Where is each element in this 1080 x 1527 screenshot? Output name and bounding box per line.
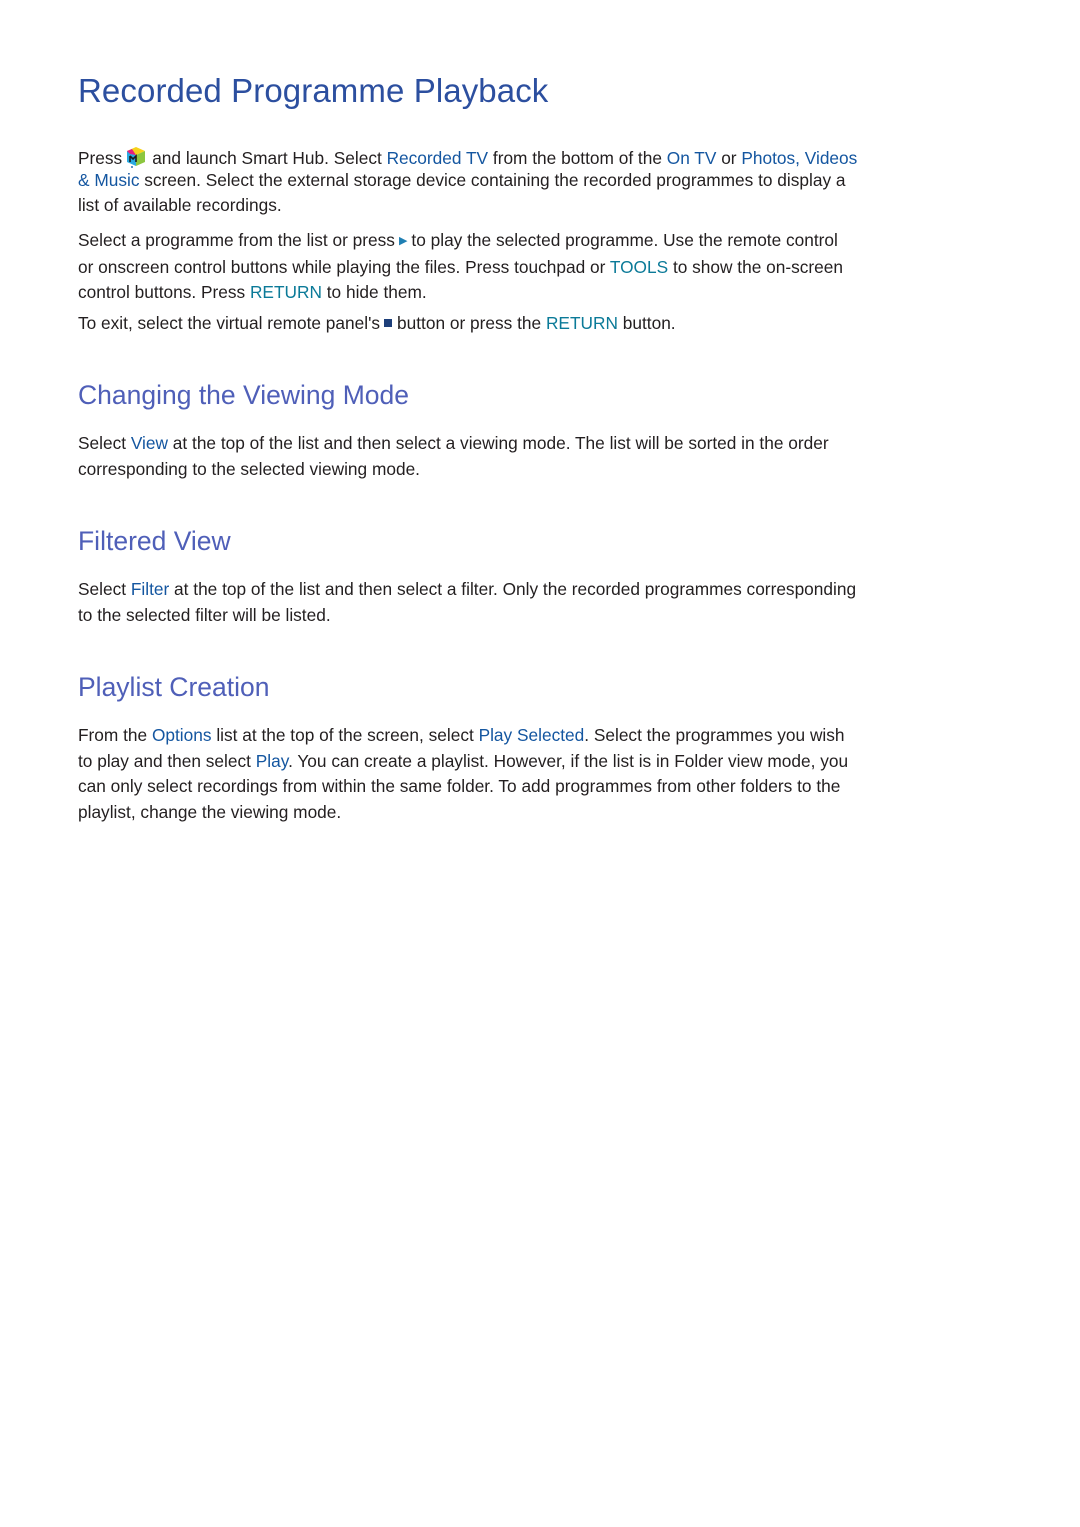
recorded-tv-link: Recorded TV <box>386 148 489 168</box>
section-text-line: playlist, change the viewing mode. <box>78 801 342 822</box>
section-filtered-view: Filtered View Select Filter at the top o… <box>78 526 856 628</box>
play-selected-link: Play Selected <box>478 725 585 745</box>
intro-p2-line2: or onscreen control buttons while playin… <box>78 256 843 277</box>
photos-videos-music-link: Photos, Videos <box>741 148 858 168</box>
page-title: Recorded Programme Playback <box>78 72 549 109</box>
section-text-line: can only select recordings from within t… <box>78 776 841 796</box>
options-link: Options <box>151 725 212 745</box>
section-playlist-creation: Playlist Creation From the Options list … <box>78 672 848 825</box>
section-heading: Changing the Viewing Mode <box>78 380 409 410</box>
intro-paragraph-3: To exit, select the virtual remote panel… <box>78 313 676 333</box>
play-icon: ▶ <box>398 235 408 247</box>
tools-button-name: TOOLS <box>609 256 669 277</box>
return-button-name: RETURN <box>249 282 322 302</box>
section-text-line: corresponding to the selected viewing mo… <box>78 458 420 479</box>
smart-hub-icon <box>126 146 146 168</box>
intro-p2-line3: control buttons. Press RETURN to hide th… <box>78 282 427 302</box>
play-link: Play <box>255 750 289 771</box>
intro-p1-line3: list of available recordings. <box>78 195 282 215</box>
section-heading: Filtered View <box>78 526 231 556</box>
section-viewing-mode: Changing the Viewing Mode Select View at… <box>78 380 829 482</box>
view-link: View <box>130 433 168 453</box>
section-text-line: to the selected filter will be listed. <box>78 604 331 625</box>
section-heading: Playlist Creation <box>78 672 270 702</box>
intro-p2-line1: Select a programme from the list or pres… <box>78 228 843 255</box>
intro-p1-line2: & Music screen. Select the external stor… <box>78 169 846 190</box>
return-button-name: RETURN <box>545 313 618 333</box>
on-tv-link: On TV <box>666 148 717 168</box>
stop-icon <box>384 319 393 327</box>
intro-paragraph-1: Press and launch Smart Hub. Select Recor… <box>78 146 857 219</box>
intro-paragraph-2: Select a programme from the list or pres… <box>78 228 843 306</box>
filter-link: Filter <box>130 579 170 599</box>
